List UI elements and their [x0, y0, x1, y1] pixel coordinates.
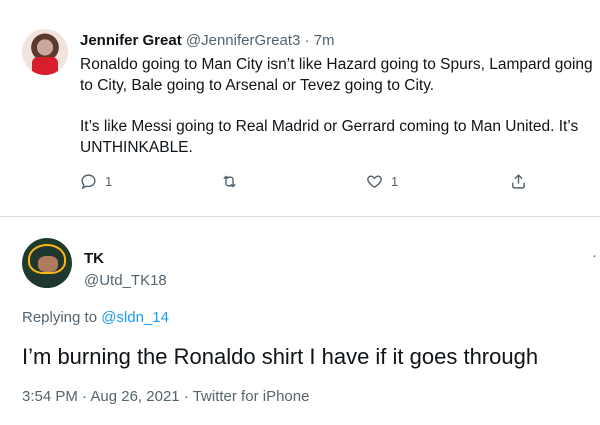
- share-button[interactable]: [510, 173, 527, 190]
- avatar[interactable]: [22, 29, 68, 75]
- tweet-header: Jennifer Great @JenniferGreat3 · 7m: [80, 32, 335, 49]
- display-name[interactable]: TK: [84, 250, 104, 267]
- avatar-jersey: [26, 274, 68, 288]
- separator: ·: [304, 32, 310, 49]
- like-button[interactable]: 1: [366, 173, 398, 190]
- user-handle[interactable]: @Utd_TK18: [84, 272, 167, 289]
- reply-button[interactable]: 1: [80, 173, 112, 190]
- separator: ·: [183, 388, 189, 405]
- more-options-icon[interactable]: ·: [592, 247, 597, 264]
- retweet-button[interactable]: [221, 173, 238, 190]
- share-icon: [512, 174, 525, 189]
- like-count: 1: [391, 174, 399, 189]
- replying-prefix: Replying to: [22, 309, 98, 326]
- tweet-metadata: 3:54 PM · Aug 26, 2021 · Twitter for iPh…: [22, 388, 309, 405]
- avatar-face: [38, 256, 58, 272]
- tweet-card-jennifer[interactable]: Jennifer Great @JenniferGreat3 · 7m Rona…: [0, 0, 600, 215]
- avatar-shirt: [32, 57, 58, 75]
- replying-to: Replying to @sldn_14: [22, 309, 169, 326]
- like-icon: [367, 175, 382, 189]
- tweet-actions: 1 1: [0, 173, 600, 193]
- reply-icon: [81, 174, 96, 190]
- avatar[interactable]: [22, 238, 72, 288]
- tweet-text: Ronaldo going to Man City isn’t like Haz…: [80, 54, 600, 158]
- display-name[interactable]: Jennifer Great: [80, 32, 182, 49]
- tweet-time[interactable]: 3:54 PM: [22, 388, 78, 405]
- tweet-text: I’m burning the Ronaldo shirt I have if …: [22, 344, 539, 369]
- tweet-paragraph-1: Ronaldo going to Man City isn’t like Haz…: [80, 56, 593, 94]
- replying-to-link[interactable]: @sldn_14: [101, 309, 169, 326]
- tweet-paragraph-2: It’s like Messi going to Real Madrid or …: [80, 118, 579, 156]
- separator: ·: [82, 388, 88, 405]
- tweet-time[interactable]: 7m: [314, 32, 335, 49]
- reply-count: 1: [105, 174, 113, 189]
- tweet-date[interactable]: Aug 26, 2021: [90, 388, 179, 405]
- tweet-client: Twitter for iPhone: [192, 388, 310, 405]
- retweet-icon: [223, 175, 236, 188]
- tweet-card-tk[interactable]: TK @Utd_TK18 · Replying to @sldn_14 I’m …: [0, 217, 600, 425]
- user-handle[interactable]: @JenniferGreat3: [186, 32, 300, 49]
